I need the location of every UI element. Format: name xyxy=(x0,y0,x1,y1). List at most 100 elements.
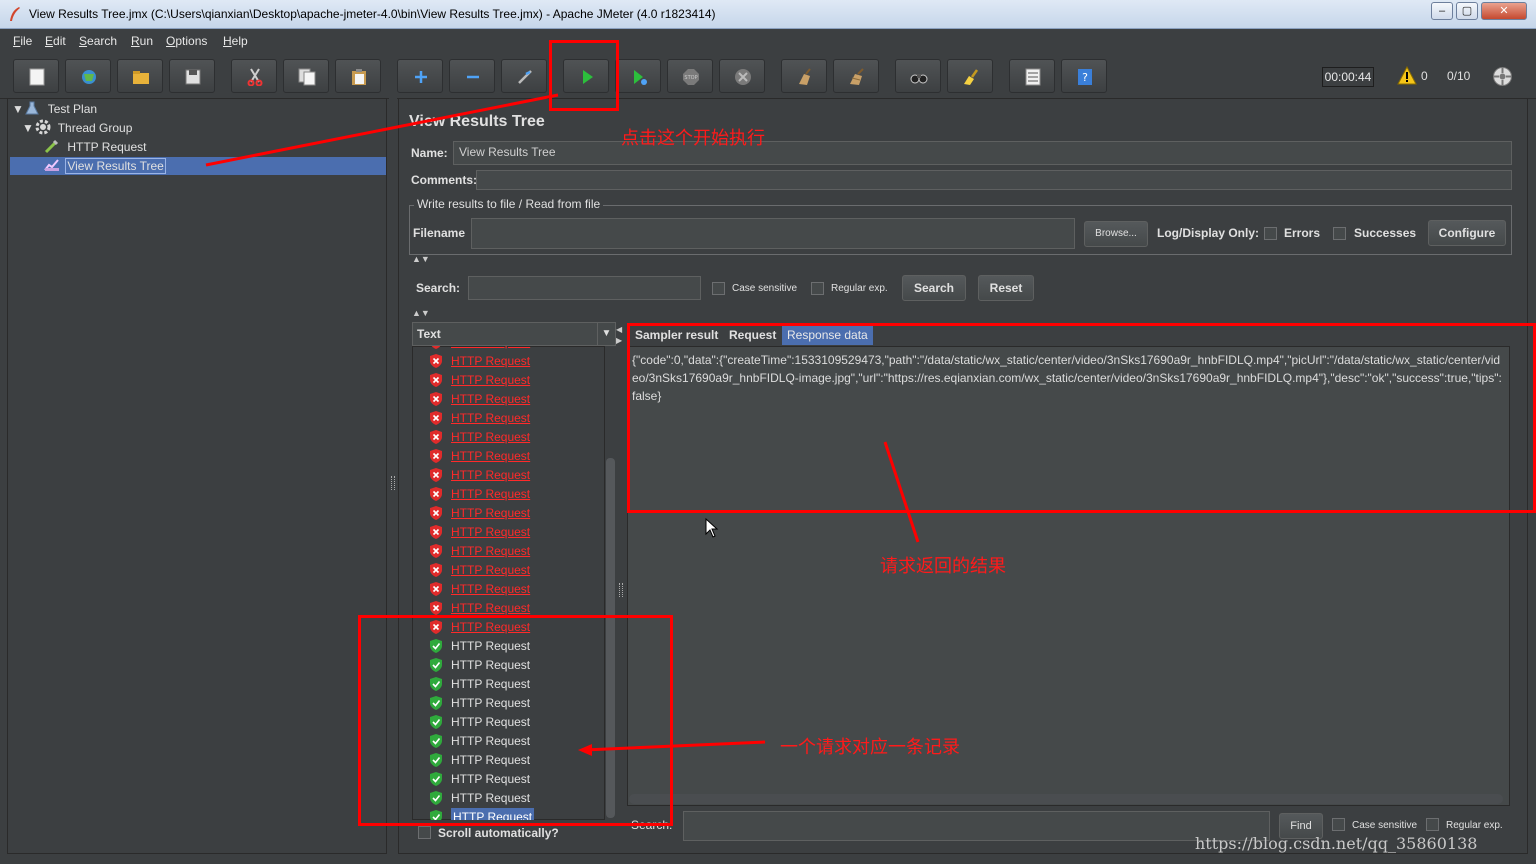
toggle-button[interactable] xyxy=(501,59,547,93)
tree-node-test-plan[interactable]: ▼ Test Plan xyxy=(12,100,97,118)
copy-button[interactable] xyxy=(283,59,329,93)
failed-shield-icon xyxy=(430,563,442,577)
sample-row-failed[interactable]: HTTP Request xyxy=(451,352,530,371)
close-button[interactable]: ✕ xyxy=(1481,2,1527,20)
regular-exp-checkbox[interactable] xyxy=(811,282,824,295)
comments-label: Comments: xyxy=(411,173,478,187)
name-input[interactable]: View Results Tree xyxy=(453,141,1512,165)
expand-arrow-icon[interactable]: ▼ xyxy=(12,100,24,118)
test-plan-tree: ▼ Test Plan ▼ Thread Group HTTP Request … xyxy=(7,98,387,854)
menu-help[interactable]: Help xyxy=(223,34,248,48)
menu-bar: File Edit Search Run Options Help xyxy=(0,29,1536,53)
search-input[interactable] xyxy=(468,276,701,300)
tree-label: View Results Tree xyxy=(65,158,166,174)
bottom-case-sensitive-checkbox[interactable] xyxy=(1332,818,1345,831)
successes-checkbox[interactable] xyxy=(1333,227,1346,240)
plus-icon xyxy=(415,71,427,83)
split-arrows-icon[interactable]: ◀ ▶ xyxy=(616,324,622,346)
start-no-pauses-button[interactable] xyxy=(615,59,661,93)
collapse-arrows-icon[interactable]: ▲▼ xyxy=(412,308,430,318)
open-button[interactable] xyxy=(117,59,163,93)
collapse-arrows-icon[interactable]: ▲▼ xyxy=(412,254,430,264)
jmeter-feather-icon xyxy=(10,7,20,21)
shutdown-button[interactable] xyxy=(719,59,765,93)
search-button[interactable] xyxy=(895,59,941,93)
tree-label: Test Plan xyxy=(47,102,98,116)
clear-all-button[interactable] xyxy=(833,59,879,93)
reset-search-button[interactable] xyxy=(947,59,993,93)
list-splitter-grip[interactable] xyxy=(619,583,623,597)
menu-file[interactable]: File xyxy=(13,34,32,48)
sample-row-failed[interactable]: HTTP Request xyxy=(451,523,530,542)
paste-button[interactable] xyxy=(335,59,381,93)
maximize-button[interactable]: ▢ xyxy=(1456,2,1478,20)
stop-button[interactable]: STOP xyxy=(667,59,713,93)
sample-row-failed[interactable]: HTTP Request xyxy=(451,409,530,428)
help-button[interactable]: ? xyxy=(1061,59,1107,93)
cut-button[interactable] xyxy=(231,59,277,93)
response-hscrollbar[interactable] xyxy=(629,794,1503,804)
sample-row-failed[interactable]: HTTP Request xyxy=(451,542,530,561)
templates-button[interactable] xyxy=(65,59,111,93)
sample-row-failed[interactable]: HTTP Request xyxy=(451,371,530,390)
name-label: Name: xyxy=(411,146,448,160)
active-threads: 0/10 xyxy=(1447,69,1471,83)
errors-checkbox[interactable] xyxy=(1264,227,1277,240)
log-display-label: Log/Display Only: xyxy=(1157,226,1260,240)
failed-shield-icon xyxy=(430,582,442,596)
annotation-record: 一个请求对应一条记录 xyxy=(780,737,960,757)
menu-options[interactable]: Options xyxy=(166,34,207,48)
write-results-legend: Write results to file / Read from file xyxy=(414,197,604,211)
successes-label: Successes xyxy=(1354,226,1417,240)
clear-button[interactable] xyxy=(781,59,827,93)
sample-row-failed[interactable]: HTTP Request xyxy=(451,504,530,523)
sample-row-failed[interactable]: HTTP Request xyxy=(451,428,530,447)
splitter-grip[interactable] xyxy=(391,476,395,490)
new-button[interactable] xyxy=(13,59,59,93)
minimize-button[interactable]: – xyxy=(1431,2,1453,20)
function-helper-button[interactable] xyxy=(1009,59,1055,93)
sample-row-failed[interactable]: HTTP Request xyxy=(451,485,530,504)
sample-row-failed[interactable]: HTTP Request xyxy=(451,561,530,580)
elapsed-timer: 00:00:44 xyxy=(1322,67,1374,87)
failed-shield-icon xyxy=(430,506,442,520)
broom-all-icon xyxy=(850,68,864,85)
list-icon xyxy=(1025,68,1041,86)
reset-button[interactable]: Reset xyxy=(978,275,1034,301)
filename-input[interactable] xyxy=(471,218,1075,249)
window-title: View Results Tree.jmx (C:\Users\qianxian… xyxy=(29,7,716,21)
sample-row-failed[interactable]: HTTP Request xyxy=(451,466,530,485)
scroll-auto-checkbox[interactable] xyxy=(418,826,431,839)
tree-node-http-request[interactable]: HTTP Request xyxy=(44,138,147,156)
errors-label: Errors xyxy=(1284,226,1321,240)
warning-count: 0 xyxy=(1421,69,1428,83)
save-button[interactable] xyxy=(169,59,215,93)
comments-input[interactable] xyxy=(476,170,1512,190)
failed-shield-icon xyxy=(430,411,442,425)
bottom-regular-exp-checkbox[interactable] xyxy=(1426,818,1439,831)
browse-button[interactable]: Browse... xyxy=(1084,221,1148,247)
expand-arrow-icon[interactable]: ▼ xyxy=(22,119,34,137)
expand-button[interactable] xyxy=(397,59,443,93)
menu-run[interactable]: Run xyxy=(131,34,153,48)
sample-row-failed[interactable]: HTTP Request xyxy=(451,580,530,599)
menu-search[interactable]: Search xyxy=(79,34,117,48)
collapse-button[interactable] xyxy=(449,59,495,93)
search-button-main[interactable]: Search xyxy=(902,275,966,301)
tree-node-view-results-tree[interactable]: View Results Tree xyxy=(10,157,386,175)
warning-icon[interactable] xyxy=(1397,66,1417,85)
bottom-search-input[interactable] xyxy=(683,811,1270,841)
menu-edit[interactable]: Edit xyxy=(45,34,66,48)
play-no-timers-icon xyxy=(634,70,647,85)
tree-node-thread-group[interactable]: ▼ Thread Group xyxy=(22,119,132,137)
failed-shield-icon xyxy=(430,354,442,368)
remote-globe-icon[interactable] xyxy=(1492,66,1513,87)
sample-row-failed[interactable]: HTTP Request xyxy=(451,447,530,466)
case-sensitive-label: Case sensitive xyxy=(732,283,798,294)
configure-button[interactable]: Configure xyxy=(1428,220,1506,246)
case-sensitive-checkbox[interactable] xyxy=(712,282,725,295)
sample-row-failed[interactable]: HTTP Request xyxy=(451,390,530,409)
chevron-down-icon[interactable]: ▼ xyxy=(597,323,615,345)
renderer-select[interactable]: Text ▼ xyxy=(412,322,616,346)
failed-shield-icon xyxy=(430,525,442,539)
